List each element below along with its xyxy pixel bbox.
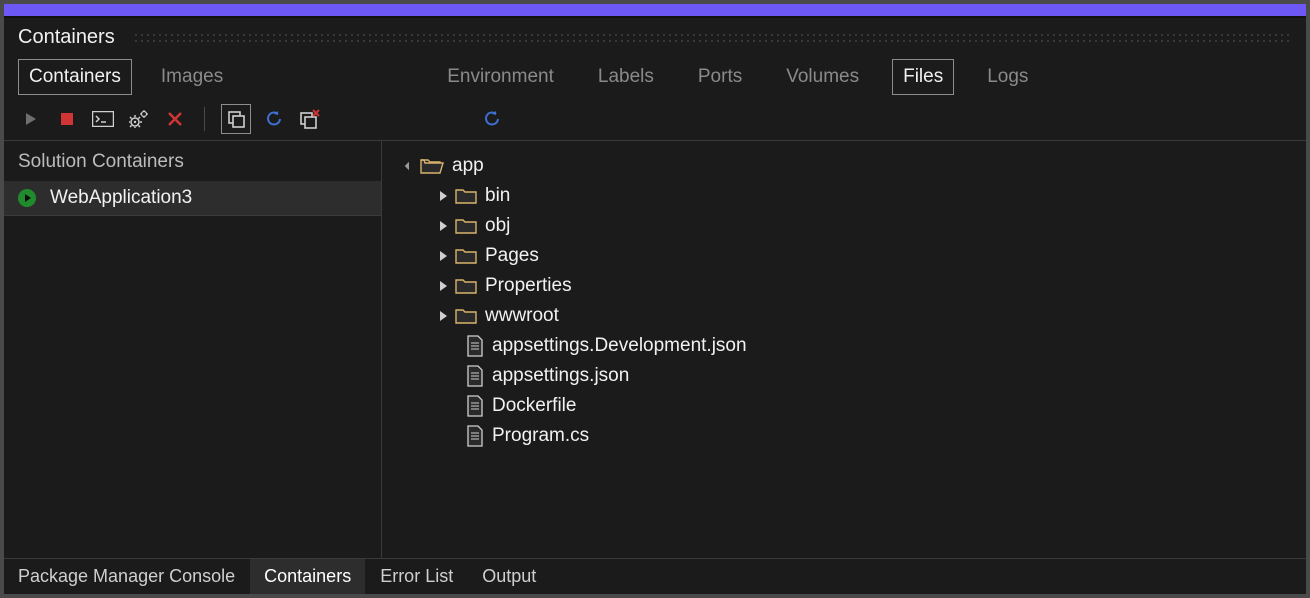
tree-label: obj <box>485 215 510 237</box>
tree-folder-properties[interactable]: Properties <box>388 271 1300 301</box>
tree-label: Program.cs <box>492 425 589 447</box>
left-tabs: Containers Images <box>18 59 234 95</box>
folder-icon <box>455 247 477 265</box>
folder-icon <box>455 217 477 235</box>
tab-images[interactable]: Images <box>150 59 234 95</box>
folder-icon <box>455 187 477 205</box>
tree-file-dockerfile[interactable]: Dockerfile <box>388 391 1300 421</box>
delete-x-icon[interactable] <box>162 106 188 132</box>
tree-label: appsettings.Development.json <box>492 335 747 357</box>
folder-open-icon <box>420 156 444 176</box>
file-icon <box>466 365 484 387</box>
content-tabs: Environment Labels Ports Volumes Files L… <box>436 59 1039 95</box>
btab-containers[interactable]: Containers <box>250 559 366 594</box>
divider <box>4 215 381 216</box>
panel-title: Containers <box>18 26 115 49</box>
stop-icon[interactable] <box>54 106 80 132</box>
container-item-webapplication3[interactable]: WebApplication3 <box>4 181 381 215</box>
expander-closed-icon[interactable] <box>440 311 447 321</box>
tab-row: Containers Images Environment Labels Por… <box>4 56 1306 98</box>
refresh-files-icon[interactable] <box>479 106 505 132</box>
ctab-logs[interactable]: Logs <box>976 59 1039 95</box>
container-item-label: WebApplication3 <box>50 187 192 209</box>
play-icon[interactable] <box>18 106 44 132</box>
file-icon <box>466 335 484 357</box>
tree-label: Dockerfile <box>492 395 576 417</box>
refresh-remove-icon[interactable] <box>297 106 323 132</box>
separator <box>204 107 205 131</box>
ctab-environment[interactable]: Environment <box>436 59 565 95</box>
tree-folder-wwwroot[interactable]: wwwroot <box>388 301 1300 331</box>
refresh-icon[interactable] <box>261 106 287 132</box>
file-icon <box>466 425 484 447</box>
panel-header: Containers <box>4 18 1306 56</box>
tree-file-appsettings[interactable]: appsettings.json <box>388 361 1300 391</box>
tree-folder-app[interactable]: app <box>388 151 1300 181</box>
title-accent-bar <box>4 4 1306 18</box>
body-split: Solution Containers WebApplication3 app … <box>4 140 1306 558</box>
sidebar-section-header: Solution Containers <box>4 141 381 181</box>
file-tree[interactable]: app bin obj Pages Properties <box>388 151 1300 451</box>
tree-folder-obj[interactable]: obj <box>388 211 1300 241</box>
running-status-icon <box>18 189 36 207</box>
grip-dots[interactable] <box>133 32 1292 42</box>
tree-label: Pages <box>485 245 539 267</box>
btab-error-list[interactable]: Error List <box>366 559 468 594</box>
expander-closed-icon[interactable] <box>440 281 447 291</box>
tree-label: Properties <box>485 275 572 297</box>
tree-folder-bin[interactable]: bin <box>388 181 1300 211</box>
expander-open-icon[interactable] <box>405 162 413 170</box>
sidebar: Solution Containers WebApplication3 <box>4 140 382 558</box>
tree-label: bin <box>485 185 510 207</box>
ctab-volumes[interactable]: Volumes <box>775 59 870 95</box>
tree-label: appsettings.json <box>492 365 629 387</box>
tree-file-appsettings-dev[interactable]: appsettings.Development.json <box>388 331 1300 361</box>
tree-file-program-cs[interactable]: Program.cs <box>388 421 1300 451</box>
btab-output[interactable]: Output <box>468 559 551 594</box>
btab-package-manager-console[interactable]: Package Manager Console <box>4 559 250 594</box>
folder-icon <box>455 307 477 325</box>
settings-gear-icon[interactable] <box>126 106 152 132</box>
tree-label: app <box>452 155 484 177</box>
file-icon <box>466 395 484 417</box>
folder-icon <box>455 277 477 295</box>
terminal-icon[interactable] <box>90 106 116 132</box>
bottom-tab-bar: Package Manager Console Containers Error… <box>4 558 1306 594</box>
tree-label: wwwroot <box>485 305 559 327</box>
action-toolbar <box>4 98 1306 140</box>
file-tree-area: app bin obj Pages Properties <box>382 140 1306 558</box>
tree-folder-pages[interactable]: Pages <box>388 241 1300 271</box>
expander-closed-icon[interactable] <box>440 251 447 261</box>
tab-containers[interactable]: Containers <box>18 59 132 95</box>
expander-closed-icon[interactable] <box>440 191 447 201</box>
ctab-labels[interactable]: Labels <box>587 59 665 95</box>
ctab-ports[interactable]: Ports <box>687 59 753 95</box>
expander-closed-icon[interactable] <box>440 221 447 231</box>
copy-icon[interactable] <box>221 104 251 134</box>
ctab-files[interactable]: Files <box>892 59 954 95</box>
